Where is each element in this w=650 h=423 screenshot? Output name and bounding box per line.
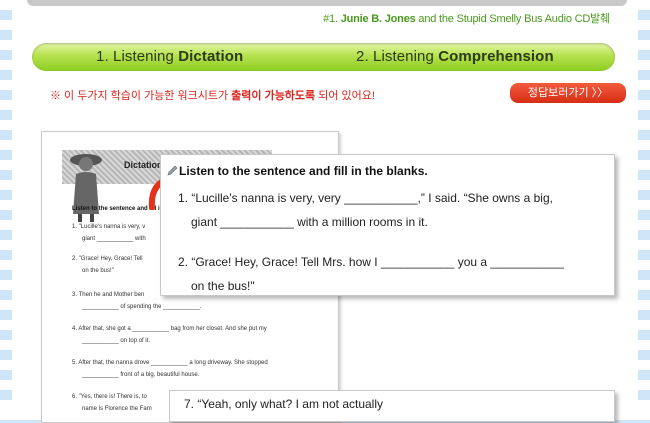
caption-prefix: #1.: [323, 13, 338, 25]
activity-tab-bar: 1. Listening Dictation 2. Listening Comp…: [32, 43, 615, 71]
tab-comprehension[interactable]: 2. Listening Comprehension: [356, 48, 554, 65]
view-answers-button[interactable]: 정답보러가기 〉〉: [510, 83, 626, 103]
question-7-line: 7. “Yeah, only what? I am not actually: [184, 397, 384, 411]
question-2-line-2: on the bus!": [191, 279, 255, 293]
zoomed-excerpt-lower: 7. “Yeah, only what? I am not actually: [169, 390, 615, 422]
worksheet-line: 5. After that, the nanna drove _________…: [72, 360, 268, 366]
worksheet-line: 4. After that, she got a ___________ bag…: [72, 326, 267, 332]
top-divider: [27, 0, 627, 6]
zoomed-worksheet-excerpt: Listen to the sentence and fill in the b…: [160, 154, 615, 296]
tab-dictation[interactable]: 1. Listening Dictation: [96, 48, 243, 65]
worksheet-line: 1. "Lucille's nanna is very, v: [72, 224, 146, 230]
worksheet-line: giant ___________ with: [82, 236, 146, 242]
caption-suffix: and the Stupid Smelly Bus Audio CD발췌: [418, 13, 610, 25]
worksheet-line: ___________ on top of it.: [82, 338, 151, 344]
worksheet-line: 6. "Yes, there is! There is, to: [72, 394, 147, 400]
worksheet-notice: ※ 이 두가지 학습이 가능한 워크시트가 출력이 가능하도록 되어 있어요!: [50, 90, 375, 102]
zoom-instruction: Listen to the sentence and fill in the b…: [179, 164, 428, 178]
worksheet-line: name is Florence the Fam: [82, 406, 152, 412]
pencil-icon: [167, 165, 178, 176]
caption-title: Junie B. Jones: [340, 13, 416, 25]
worksheet-line: ___________ of spending the ___________.: [82, 304, 202, 310]
question-1-line-2: giant ___________ with a million rooms i…: [191, 215, 428, 229]
worksheet-line: 2. "Grace! Hey, Grace! Tell: [72, 256, 143, 262]
worksheet-line: on the bus!": [82, 268, 114, 274]
question-2-line-1: 2. “Grace! Hey, Grace! Tell Mrs. how I _…: [178, 255, 564, 269]
worksheet-line: ___________ front of a big, beautiful ho…: [82, 372, 200, 378]
source-caption: #1. Junie B. Jones and the Stupid Smelly…: [323, 10, 610, 26]
page-content: #1. Junie B. Jones and the Stupid Smelly…: [12, 0, 638, 423]
girl-illustration-icon: [70, 154, 102, 222]
worksheet-line: 3. Then he and Mother ben: [72, 292, 145, 298]
question-1-line-1: 1. “Lucille's nanna is very, very ______…: [178, 191, 553, 205]
